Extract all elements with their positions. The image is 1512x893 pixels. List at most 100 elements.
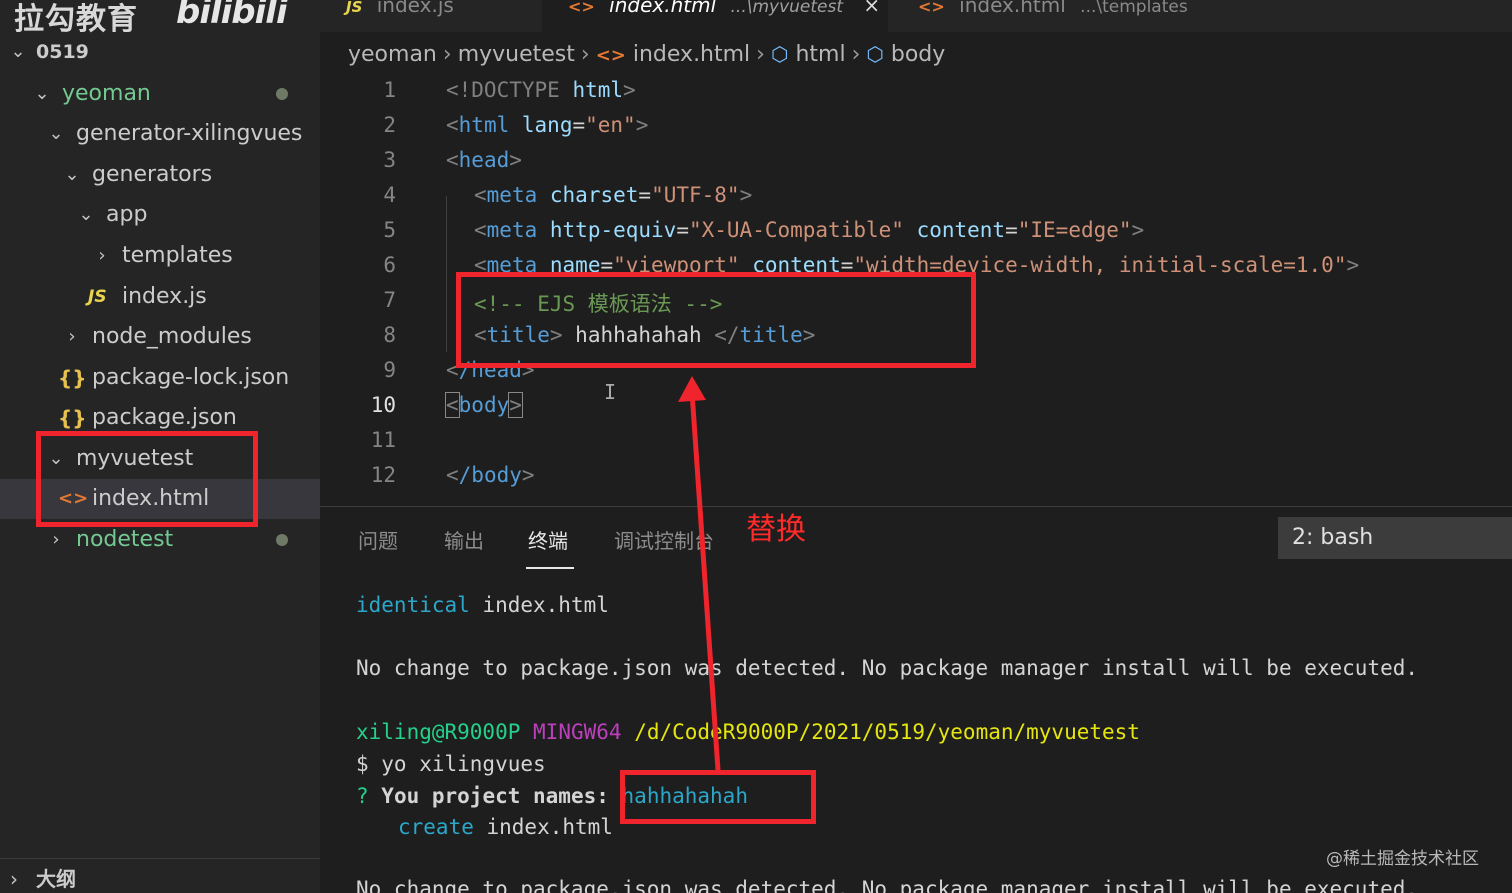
tab-index-html-myvuetest[interactable]: <> index.html ...\myvuetest × bbox=[542, 0, 888, 32]
tree-item-node-modules[interactable]: › node_modules bbox=[0, 317, 320, 357]
breadcrumb-item[interactable]: myvuetest bbox=[458, 42, 575, 67]
chevron-down-icon: ⌄ bbox=[78, 204, 94, 225]
token-doctype: <!DOCTYPE bbox=[446, 78, 560, 102]
token-attr: content bbox=[916, 218, 1006, 242]
token-tag: head bbox=[458, 148, 510, 172]
code-line-2: <html lang="en"> bbox=[446, 113, 649, 137]
bilibili-logo: bilibili bbox=[176, 0, 288, 32]
terminal-command: $ yo xilingvues bbox=[356, 752, 546, 776]
tab-path: ...\myvuetest bbox=[730, 0, 844, 17]
line-number: 7 bbox=[383, 288, 396, 312]
prompt-user: xiling@R9000P bbox=[356, 720, 521, 744]
tab-index-html-templates[interactable]: <> index.html ...\templates bbox=[892, 0, 1222, 32]
html-file-icon: <> bbox=[568, 0, 595, 16]
explorer-root-label: 0519 bbox=[36, 41, 89, 63]
tab-index-js[interactable]: JS index.js bbox=[320, 0, 540, 32]
tree-item-label: templates bbox=[122, 243, 233, 268]
breadcrumb-item[interactable]: html bbox=[795, 42, 845, 67]
code-line-10: <body> bbox=[445, 392, 523, 418]
html-file-icon: <> bbox=[595, 45, 626, 66]
terminal-status: create bbox=[398, 815, 474, 839]
tree-item-label: generator-xilingvues bbox=[76, 121, 303, 146]
panel-tab-output[interactable]: 输出 bbox=[444, 525, 484, 554]
text-cursor-icon: I bbox=[604, 380, 617, 404]
bottom-panel: 问题 输出 终端 调试控制台 2: bash identical index.h… bbox=[320, 506, 1512, 893]
line-number: 6 bbox=[383, 253, 396, 277]
js-file-icon: JS bbox=[88, 287, 107, 307]
symbol-element-icon: ⬡ bbox=[866, 42, 884, 66]
tree-item-label: node_modules bbox=[92, 324, 252, 349]
panel-tab-debug-console[interactable]: 调试控制台 bbox=[614, 525, 714, 554]
tree-item-label: yeoman bbox=[62, 81, 151, 106]
terminal-line: create index.html bbox=[398, 815, 613, 839]
breadcrumb-item[interactable]: yeoman bbox=[348, 42, 437, 67]
code-line-1: <!DOCTYPE html> bbox=[446, 78, 636, 102]
chevron-right-icon: › bbox=[442, 42, 452, 67]
explorer-root[interactable]: ⌄ 0519 bbox=[0, 32, 320, 72]
tree-item-label: index.js bbox=[122, 284, 207, 309]
tab-path: ...\templates bbox=[1080, 0, 1188, 17]
token-attr: http-equiv bbox=[549, 218, 677, 242]
indent-guide bbox=[446, 196, 447, 352]
prompt-path: /d/CodeR9000P/2021/0519/yeoman/myvuetest bbox=[634, 720, 1140, 744]
chevron-right-icon: › bbox=[98, 245, 106, 266]
annotation-box-files bbox=[36, 431, 258, 527]
breadcrumb: yeoman › myvuetest › <> index.html › ⬡ html › ⬡ … bbox=[348, 36, 945, 72]
line-number: 8 bbox=[383, 323, 396, 347]
chevron-down-icon: ⌄ bbox=[64, 164, 80, 185]
terminal-text: index.html bbox=[469, 593, 609, 617]
token-tag: meta bbox=[486, 218, 538, 242]
token-attr: charset bbox=[549, 183, 639, 207]
tree-item-yeoman[interactable]: ⌄ yeoman bbox=[0, 74, 320, 114]
token-tag: meta bbox=[486, 183, 538, 207]
panel-tab-problems[interactable]: 问题 bbox=[358, 525, 398, 554]
token-attr: lang bbox=[521, 113, 573, 137]
question-mark: ? bbox=[356, 784, 369, 808]
html-file-icon: <> bbox=[918, 0, 945, 16]
tree-item-generator-xilingvues[interactable]: ⌄ generator-xilingvues bbox=[0, 114, 320, 154]
code-line-5: <meta http-equiv="X-UA-Compatible" conte… bbox=[474, 218, 1145, 242]
token-string: "en" bbox=[585, 113, 636, 137]
code-line-3: <head> bbox=[446, 148, 522, 172]
annotation-label: 替换 bbox=[746, 512, 806, 547]
chevron-right-icon: › bbox=[756, 42, 765, 67]
breadcrumb-item[interactable]: body bbox=[891, 42, 945, 67]
line-number: 12 bbox=[370, 463, 396, 487]
modified-dot-icon bbox=[276, 88, 288, 100]
token-tag: body bbox=[458, 393, 510, 417]
tree-item-label: generators bbox=[92, 162, 213, 187]
tree-item-label: app bbox=[106, 202, 148, 227]
outline-section-header[interactable]: › 大纲 bbox=[0, 858, 320, 893]
active-tab-indicator bbox=[526, 567, 574, 569]
panel-tab-terminal[interactable]: 终端 bbox=[528, 525, 568, 554]
tree-item-label: package-lock.json bbox=[92, 365, 290, 390]
prompt-env: MINGW64 bbox=[533, 720, 622, 744]
chevron-right-icon: › bbox=[10, 867, 18, 891]
tab-label: index.js bbox=[376, 0, 454, 17]
token-string: "UTF-8" bbox=[651, 183, 740, 207]
token-tag: html bbox=[458, 113, 510, 137]
tab-label: index.html bbox=[609, 0, 717, 17]
tree-item-app[interactable]: ⌄ app bbox=[0, 195, 320, 235]
tree-item-index-js[interactable]: JS index.js bbox=[0, 277, 320, 317]
token-string: "X-UA-Compatible" bbox=[688, 218, 904, 242]
tree-item-generators[interactable]: ⌄ generators bbox=[0, 155, 320, 195]
editor-tab-bar: JS index.js <> index.html ...\myvuetest … bbox=[320, 0, 1512, 32]
terminal-prompt: xiling@R9000P MINGW64 /d/CodeR9000P/2021… bbox=[356, 720, 1140, 744]
terminal-line: identical index.html bbox=[356, 593, 609, 617]
tree-item-templates[interactable]: › templates bbox=[0, 236, 320, 276]
watermark: @稀土掘金技术社区 bbox=[1326, 849, 1479, 869]
token-attr: html bbox=[572, 78, 624, 102]
annotation-box-answer bbox=[620, 770, 816, 824]
terminal-select-dropdown[interactable]: 2: bash bbox=[1278, 517, 1512, 559]
line-number: 5 bbox=[383, 218, 396, 242]
terminal-text: index.html bbox=[473, 815, 613, 839]
annotation-box-template bbox=[456, 272, 976, 368]
line-number-current: 10 bbox=[370, 393, 396, 417]
chevron-right-icon: › bbox=[851, 42, 861, 67]
close-icon[interactable]: × bbox=[863, 0, 880, 17]
breadcrumb-item[interactable]: index.html bbox=[633, 42, 750, 67]
tree-item-package-lock-json[interactable]: {} package-lock.json bbox=[0, 358, 320, 398]
outline-label: 大纲 bbox=[36, 867, 76, 891]
json-file-icon: {} bbox=[58, 366, 87, 390]
